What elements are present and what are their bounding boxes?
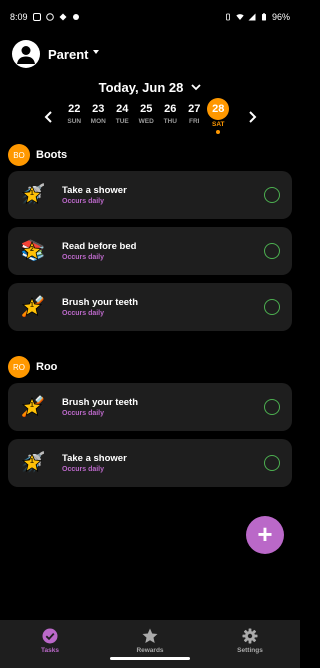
selected-indicator (216, 130, 221, 134)
add-task-button[interactable]: + (246, 516, 284, 554)
task-recurrence: Occurs daily (62, 410, 105, 417)
kid-header: BO Boots (8, 144, 67, 166)
star-count: 1 (30, 402, 34, 409)
complete-checkbox[interactable] (264, 455, 280, 471)
nav-label: Settings (237, 647, 263, 654)
battery-icon (261, 13, 266, 21)
task-title: Take a shower (62, 453, 127, 464)
day-cell[interactable]: 22 SUN (62, 100, 87, 125)
task-card[interactable]: 📚 2 Read before bed Occurs daily (8, 227, 292, 275)
notification-icon (59, 13, 67, 21)
star-count: 1 (30, 302, 34, 309)
day-number: 28 (207, 98, 230, 120)
day-cell[interactable]: 23 MON (86, 100, 111, 125)
task-recurrence: Occurs daily (62, 466, 105, 473)
nav-label: Tasks (41, 647, 59, 654)
day-number: 27 (188, 103, 201, 115)
nav-label: Rewards (136, 647, 164, 654)
nav-tasks[interactable]: Tasks (0, 620, 100, 668)
task-card[interactable]: 🪥 1 Brush your teeth Occurs daily (8, 383, 292, 431)
day-name: SUN (67, 118, 82, 125)
day-cell[interactable]: 26 THU (158, 100, 183, 125)
task-recurrence: Occurs daily (62, 310, 105, 317)
task-card[interactable]: 🚿 1 Take a shower Occurs daily (8, 439, 292, 487)
task-recurrence: Occurs daily (62, 254, 105, 261)
complete-checkbox[interactable] (264, 243, 280, 259)
day-cell[interactable]: 25 WED (134, 100, 159, 125)
task-title: Brush your teeth (62, 397, 139, 408)
task-card[interactable]: 🚿 1 Take a shower Occurs daily (8, 171, 292, 219)
vibrate-icon (226, 13, 230, 21)
kid-name: Roo (36, 361, 58, 373)
task-card[interactable]: 🪥 1 Brush your teeth Occurs daily (8, 283, 292, 331)
plus-icon: + (257, 519, 273, 549)
bottom-navigation: Tasks Rewards Settings (0, 620, 300, 668)
signal-icon (248, 13, 256, 21)
week-strip: 22 SUN 23 MON 24 TUE 25 WED 26 THU 27 FR… (36, 98, 264, 134)
complete-checkbox[interactable] (264, 187, 280, 203)
home-indicator[interactable] (110, 657, 190, 660)
task-title: Read before bed (62, 241, 137, 252)
notification-icon (32, 13, 41, 21)
chevron-down-icon (93, 50, 100, 54)
date-picker-toggle[interactable]: Today, Jun 28 (0, 80, 300, 95)
day-name: FRI (189, 118, 200, 125)
task-title: Take a shower (62, 185, 127, 196)
complete-checkbox[interactable] (264, 399, 280, 415)
kid-avatar: BO (8, 144, 30, 166)
task-recurrence: Occurs daily (62, 198, 105, 205)
kid-header: RO Roo (8, 356, 57, 378)
star-count: 1 (30, 458, 34, 465)
day-number: 25 (140, 103, 153, 115)
day-number: 22 (68, 103, 81, 115)
day-name: TUE (115, 118, 129, 125)
current-date: Today, Jun 28 (98, 80, 184, 95)
user-switcher[interactable]: Parent (12, 40, 100, 68)
notification-icon (45, 13, 54, 21)
star-count: 2 (30, 246, 34, 253)
task-title: Brush your teeth (62, 297, 139, 308)
nav-settings[interactable]: Settings (200, 620, 300, 668)
status-bar: 8:09 96% (0, 0, 300, 34)
day-name: SAT (211, 121, 225, 128)
kid-name: Boots (36, 149, 68, 161)
day-number: 24 (116, 103, 129, 115)
day-name: WED (138, 118, 154, 125)
check-circle-icon (42, 628, 58, 644)
star-icon (142, 628, 158, 643)
status-time: 8:09 (10, 12, 28, 22)
gear-icon (242, 628, 258, 644)
nav-rewards[interactable]: Rewards (100, 620, 200, 668)
day-number: 23 (92, 103, 105, 115)
day-number: 26 (164, 103, 177, 115)
user-name: Parent (48, 46, 89, 62)
day-cell[interactable]: 27 FRI (182, 100, 207, 125)
star-count: 1 (30, 190, 34, 197)
wifi-icon (236, 14, 244, 20)
day-cell-selected[interactable]: 28 SAT (206, 98, 231, 134)
complete-checkbox[interactable] (264, 299, 280, 315)
kid-avatar: RO (8, 356, 30, 378)
notification-icon (72, 14, 79, 20)
day-cell[interactable]: 24 TUE (110, 100, 135, 125)
chevron-down-icon (191, 84, 202, 91)
avatar (12, 40, 40, 68)
day-name: THU (163, 118, 177, 125)
person-icon (17, 46, 35, 64)
battery-percent: 96% (271, 12, 290, 22)
day-name: MON (90, 118, 106, 125)
